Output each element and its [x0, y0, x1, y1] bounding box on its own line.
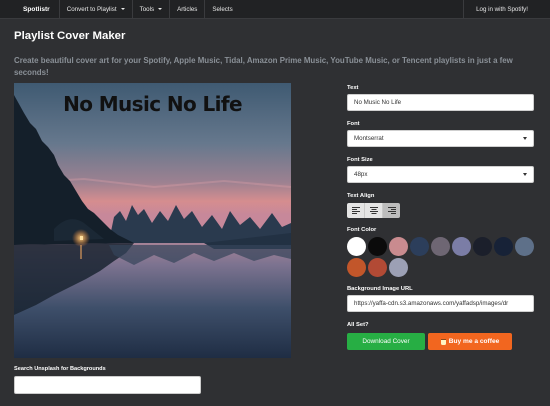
- swatch-row: [347, 258, 537, 277]
- login-spotify-link[interactable]: Log in with Spotify!: [463, 0, 550, 19]
- color-swatch[interactable]: [389, 237, 408, 256]
- font-color-swatches: [347, 237, 537, 279]
- color-swatch[interactable]: [410, 237, 429, 256]
- cover-title-text: No Music No Life: [63, 92, 242, 116]
- buy-coffee-button[interactable]: Buy me a coffee: [428, 333, 512, 350]
- chevron-down-icon: [523, 173, 527, 176]
- nav-item-label: Articles: [177, 5, 198, 13]
- color-swatch[interactable]: [347, 258, 366, 277]
- nav-selects[interactable]: Selects: [204, 0, 239, 19]
- nav-tools[interactable]: Tools: [131, 0, 169, 19]
- download-cover-button[interactable]: Download Cover: [347, 333, 425, 350]
- chevron-down-icon: [120, 8, 125, 10]
- nav-item-label: Selects: [212, 5, 233, 13]
- color-swatch[interactable]: [473, 237, 492, 256]
- text-align-group: [347, 203, 400, 218]
- background-url-label: Background Image URL: [347, 286, 413, 292]
- color-swatch[interactable]: [452, 237, 471, 256]
- nav-item-label: Tools: [139, 5, 155, 13]
- color-swatch[interactable]: [515, 237, 534, 256]
- unsplash-search-label: Search Unsplash for Backgrounds: [14, 366, 106, 372]
- nav-item-label: Convert to Playlist: [66, 5, 117, 13]
- text-align-label: Text Align: [347, 193, 375, 199]
- all-set-label: All Set?: [347, 322, 369, 328]
- nav-articles[interactable]: Articles: [169, 0, 204, 19]
- font-select[interactable]: Montserrat: [347, 130, 534, 147]
- swatch-row: [347, 237, 537, 256]
- text-label: Text: [347, 85, 359, 91]
- align-right-button[interactable]: [383, 203, 400, 218]
- font-select-value: Montserrat: [354, 135, 384, 142]
- page-title: Playlist Cover Maker: [14, 30, 126, 42]
- background-url-input[interactable]: https://yaffa-cdn.s3.amazonaws.com/yaffa…: [347, 295, 534, 312]
- align-left-button[interactable]: [347, 203, 365, 218]
- color-swatch[interactable]: [368, 258, 387, 277]
- coffee-cup-icon: [440, 338, 446, 345]
- color-swatch[interactable]: [494, 237, 513, 256]
- font-color-label: Font Color: [347, 227, 377, 233]
- font-size-label: Font Size: [347, 157, 373, 163]
- align-right-icon: [387, 207, 396, 214]
- color-swatch[interactable]: [368, 237, 387, 256]
- align-center-icon: [369, 207, 378, 214]
- unsplash-search-input[interactable]: [14, 376, 201, 394]
- nav-convert-to-playlist[interactable]: Convert to Playlist: [58, 0, 132, 19]
- top-navbar: Spotlistr Convert to Playlist Tools Arti…: [0, 0, 550, 19]
- font-size-value: 48px: [354, 171, 368, 178]
- color-swatch[interactable]: [347, 237, 366, 256]
- cover-background-image: [14, 83, 291, 358]
- font-label: Font: [347, 121, 360, 127]
- color-swatch[interactable]: [389, 258, 408, 277]
- chevron-down-icon: [523, 137, 527, 140]
- align-left-icon: [351, 207, 360, 214]
- brand-link[interactable]: Spotlistr: [0, 6, 59, 13]
- text-input-value: No Music No Life: [354, 99, 402, 106]
- color-swatch[interactable]: [431, 237, 450, 256]
- text-input[interactable]: No Music No Life: [347, 94, 534, 111]
- background-url-value: https://yaffa-cdn.s3.amazonaws.com/yaffa…: [354, 300, 509, 307]
- align-center-button[interactable]: [365, 203, 383, 218]
- chevron-down-icon: [158, 8, 163, 10]
- buy-coffee-label: Buy me a coffee: [448, 338, 500, 345]
- page-subtitle: Create beautiful cover art for your Spot…: [14, 56, 513, 77]
- cover-preview: No Music No Life: [14, 83, 291, 358]
- font-size-select[interactable]: 48px: [347, 166, 534, 183]
